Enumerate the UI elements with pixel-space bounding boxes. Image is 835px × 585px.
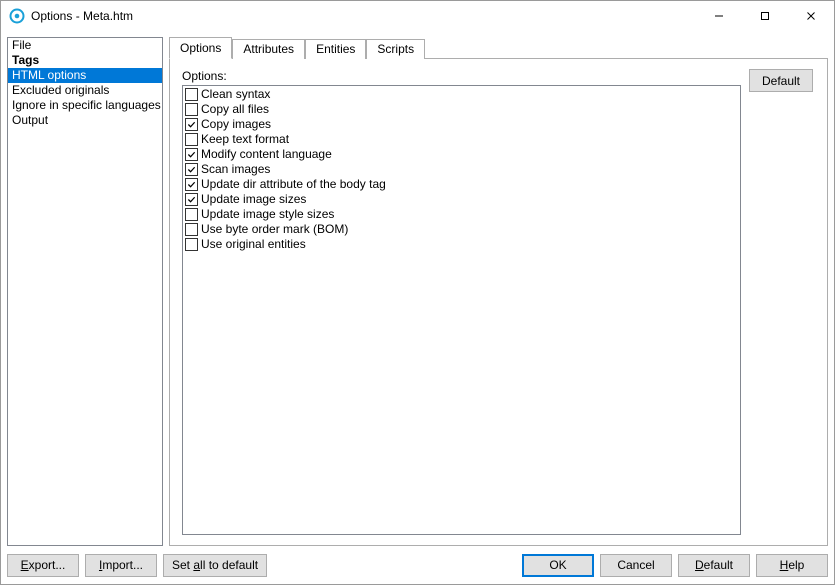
export-button-label: Export... <box>21 558 66 572</box>
tabpage: Options: Clean syntaxCopy all filesCopy … <box>169 58 828 546</box>
checkbox-icon[interactable] <box>185 238 198 251</box>
app-icon <box>9 8 25 24</box>
option-row[interactable]: Keep text format <box>185 132 738 147</box>
option-label: Scan images <box>201 162 270 177</box>
checkbox-icon[interactable] <box>185 133 198 146</box>
minimize-button[interactable] <box>696 1 742 31</box>
option-label: Clean syntax <box>201 87 270 102</box>
option-row[interactable]: Update image sizes <box>185 192 738 207</box>
sidebar-item-file[interactable]: File <box>8 38 162 53</box>
options-list[interactable]: Clean syntaxCopy all filesCopy imagesKee… <box>182 85 741 535</box>
option-label: Keep text format <box>201 132 289 147</box>
checkbox-icon[interactable] <box>185 193 198 206</box>
options-heading: Options: <box>182 69 741 83</box>
option-label: Copy all files <box>201 102 269 117</box>
sidebar: FileTagsHTML optionsExcluded originalsIg… <box>7 37 163 546</box>
set-all-default-label: Set all to default <box>172 558 258 572</box>
option-row[interactable]: Use byte order mark (BOM) <box>185 222 738 237</box>
sidebar-item-output[interactable]: Output <box>8 113 162 128</box>
window-title: Options - Meta.htm <box>31 9 133 23</box>
close-button[interactable] <box>788 1 834 31</box>
option-row[interactable]: Scan images <box>185 162 738 177</box>
option-label: Copy images <box>201 117 271 132</box>
footer-default-label: Default <box>695 558 733 572</box>
checkbox-icon[interactable] <box>185 148 198 161</box>
body: FileTagsHTML optionsExcluded originalsIg… <box>1 31 834 546</box>
checkbox-icon[interactable] <box>185 208 198 221</box>
panel-default-button[interactable]: Default <box>749 69 813 92</box>
window: Options - Meta.htm FileTagsHTML optionsE… <box>0 0 835 585</box>
help-label: Help <box>780 558 805 572</box>
checkbox-icon[interactable] <box>185 103 198 116</box>
option-row[interactable]: Update image style sizes <box>185 207 738 222</box>
checkbox-icon[interactable] <box>185 163 198 176</box>
footer: Export... Import... Set all to default O… <box>1 546 834 584</box>
checkbox-icon[interactable] <box>185 223 198 236</box>
export-button[interactable]: Export... <box>7 554 79 577</box>
tab-scripts[interactable]: Scripts <box>366 39 425 59</box>
tab-content-options: Options: Clean syntaxCopy all filesCopy … <box>170 59 827 545</box>
ok-button[interactable]: OK <box>522 554 594 577</box>
option-row[interactable]: Use original entities <box>185 237 738 252</box>
option-row[interactable]: Copy all files <box>185 102 738 117</box>
option-label: Use original entities <box>201 237 306 252</box>
option-row[interactable]: Modify content language <box>185 147 738 162</box>
main: OptionsAttributesEntitiesScripts Options… <box>169 37 828 546</box>
footer-default-button[interactable]: Default <box>678 554 750 577</box>
import-button-label: Import... <box>99 558 143 572</box>
option-row[interactable]: Clean syntax <box>185 87 738 102</box>
cancel-button[interactable]: Cancel <box>600 554 672 577</box>
set-all-default-button[interactable]: Set all to default <box>163 554 267 577</box>
tab-attributes[interactable]: Attributes <box>232 39 305 59</box>
option-label: Update image style sizes <box>201 207 334 222</box>
tabs: OptionsAttributesEntitiesScripts Options… <box>169 37 828 546</box>
help-button[interactable]: Help <box>756 554 828 577</box>
tabstrip: OptionsAttributesEntitiesScripts <box>169 37 828 58</box>
option-label: Modify content language <box>201 147 332 162</box>
import-button[interactable]: Import... <box>85 554 157 577</box>
sidebar-item-excluded-originals[interactable]: Excluded originals <box>8 83 162 98</box>
sidebar-item-html-options[interactable]: HTML options <box>8 68 162 83</box>
sidebar-item-tags[interactable]: Tags <box>8 53 162 68</box>
tab-options[interactable]: Options <box>169 37 232 59</box>
titlebar: Options - Meta.htm <box>1 1 834 31</box>
option-label: Use byte order mark (BOM) <box>201 222 348 237</box>
sidebar-item-ignore-in-specific-languages[interactable]: Ignore in specific languages <box>8 98 162 113</box>
option-row[interactable]: Copy images <box>185 117 738 132</box>
checkbox-icon[interactable] <box>185 88 198 101</box>
checkbox-icon[interactable] <box>185 178 198 191</box>
checkbox-icon[interactable] <box>185 118 198 131</box>
maximize-button[interactable] <box>742 1 788 31</box>
option-row[interactable]: Update dir attribute of the body tag <box>185 177 738 192</box>
tab-entities[interactable]: Entities <box>305 39 366 59</box>
option-label: Update image sizes <box>201 192 306 207</box>
option-label: Update dir attribute of the body tag <box>201 177 386 192</box>
